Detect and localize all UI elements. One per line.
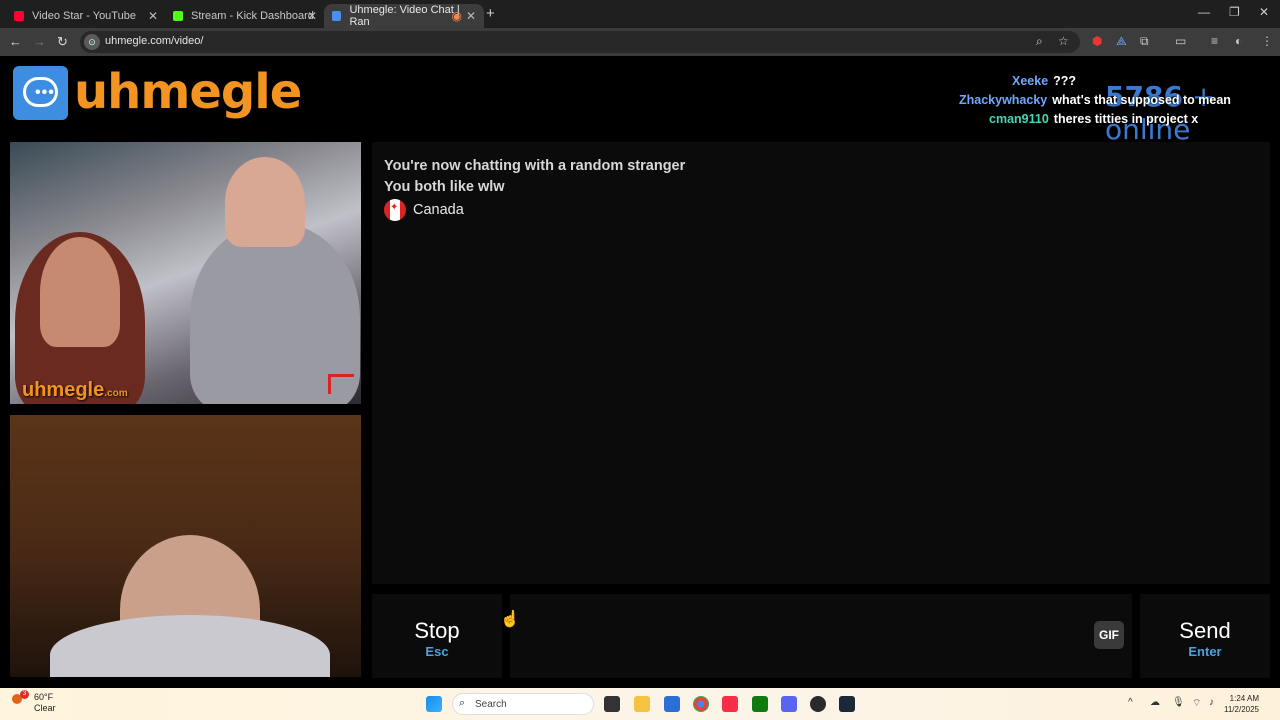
uhmegle-favicon-icon [332, 11, 342, 21]
stranger-country: Canada [384, 199, 464, 221]
file-explorer-icon[interactable] [634, 696, 650, 712]
profile-avatar-icon[interactable]: ◐ [1235, 34, 1242, 48]
tab-title: Stream - Kick Dashboard [191, 10, 314, 22]
url-text: uhmegle.com/video/ [105, 35, 204, 47]
overlay-chat-user: Xeeke [1012, 74, 1049, 88]
search-icon: ⌕ [459, 697, 466, 709]
logo-text[interactable]: uhmegle [74, 64, 302, 120]
chat-panel: You're now chatting with a random strang… [372, 142, 1270, 584]
video-figure [50, 615, 330, 677]
xbox-icon[interactable] [752, 696, 768, 712]
weather-widget[interactable]: 3 60°F Clear [12, 690, 56, 714]
clock-time: 1:24 AM [1229, 694, 1259, 703]
chat-bubble-icon: ••• [23, 77, 58, 107]
system-message: You both like wlw [384, 179, 505, 195]
message-input[interactable]: GIF [510, 594, 1132, 678]
task-view-icon[interactable] [604, 696, 620, 712]
extensions-puzzle-icon[interactable]: ⧉ [1140, 34, 1149, 49]
site-info-icon[interactable]: ⊙ [84, 34, 100, 50]
taskbar: 3 60°F Clear ⌕ Search ^ ☁ 🎙︎ ⌔ ♪ 1:24 AM… [0, 688, 1280, 720]
country-name: Canada [413, 202, 464, 218]
tab-kick[interactable]: Stream - Kick Dashboard ✕ [165, 4, 325, 28]
tab-uhmegle[interactable]: Uhmegle: Video Chat | Ran ◉ ✕ [324, 4, 484, 28]
zoom-icon[interactable]: ⌕ [1036, 34, 1043, 49]
recording-icon: ◉ [451, 9, 462, 23]
browser-tab-bar: Video Star - YouTube ✕ Stream - Kick Das… [0, 0, 1280, 28]
overlay-chat-line: Xeeke??? [1012, 74, 1076, 88]
apple-music-icon[interactable] [722, 696, 738, 712]
overlay-chat-line: Zhackywhacky what's that supposed to mean [959, 93, 1231, 107]
wifi-icon[interactable]: ⌔ [1192, 697, 1201, 710]
microphone-icon[interactable]: 🎙︎ [1172, 697, 1185, 708]
tab-title: Video Star - YouTube [32, 10, 136, 22]
stop-shortcut: Esc [425, 644, 449, 659]
weather-condition: Clear [34, 703, 56, 713]
chrome-icon[interactable] [693, 696, 709, 712]
close-tab-icon[interactable]: ✕ [466, 9, 476, 23]
overlay-chat-text: theres titties in project x [1053, 112, 1199, 126]
taskbar-clock[interactable]: 1:24 AM 11/2/2025 [1224, 693, 1259, 715]
minimize-icon[interactable]: — [1198, 5, 1210, 19]
media-icon[interactable]: ≡ [1211, 34, 1218, 48]
video-figure [225, 157, 305, 247]
address-bar[interactable]: ⊙ uhmegle.com/video/ [80, 31, 1080, 53]
taskbar-search[interactable]: ⌕ Search [452, 693, 594, 715]
steam-icon[interactable] [839, 696, 855, 712]
close-window-icon[interactable]: ✕ [1259, 5, 1269, 19]
new-tab-icon[interactable]: + [486, 5, 495, 22]
store-icon[interactable] [664, 696, 680, 712]
browser-toolbar: ← → ↻ ⊙ uhmegle.com/video/ ⌕ ☆ ⬢ ⟁ ⧉ ▭ ≡… [0, 28, 1280, 56]
menu-icon[interactable]: ⋮ [1261, 34, 1273, 48]
tab-youtube[interactable]: Video Star - YouTube ✕ [6, 4, 166, 28]
notification-badge: 3 [20, 690, 29, 699]
logo-icon[interactable]: ••• [13, 66, 68, 120]
maximize-icon[interactable]: ❐ [1229, 5, 1240, 19]
extension-icon[interactable]: ⬢ [1092, 34, 1102, 48]
overlay-chat-line: cman9110 theres titties in project x [989, 112, 1198, 126]
stranger-video: uhmegle.com [10, 142, 361, 404]
kick-favicon-icon [173, 11, 183, 21]
youtube-favicon-icon [14, 11, 24, 21]
close-tab-icon[interactable]: ✕ [307, 9, 317, 23]
video-figure [40, 237, 120, 347]
obs-icon[interactable] [810, 696, 826, 712]
canada-flag-icon [384, 199, 406, 221]
clock-date: 11/2/2025 [1224, 705, 1259, 714]
uhmegle-watermark: uhmegle.com [22, 379, 128, 401]
bookmark-star-icon[interactable]: ☆ [1058, 34, 1069, 48]
page: ••• uhmegle 5786 + online Xeeke??? Zhack… [0, 56, 1280, 688]
stop-label: Stop [414, 618, 460, 643]
weather-temp: 60°F [34, 692, 54, 702]
send-shortcut: Enter [1188, 644, 1222, 659]
report-flag-icon[interactable] [328, 374, 354, 394]
extension-icon[interactable]: ⟁ [1116, 34, 1127, 49]
system-message: You're now chatting with a random strang… [384, 158, 686, 174]
overlay-chat-text: what's that supposed to mean [1052, 93, 1231, 107]
discord-icon[interactable] [781, 696, 797, 712]
cloud-icon[interactable]: ☁ [1150, 697, 1160, 708]
cast-icon[interactable]: ▭ [1175, 34, 1186, 48]
mouse-cursor-icon: ☝ [500, 611, 520, 628]
tray-overflow-icon[interactable]: ^ [1128, 697, 1133, 708]
windows-start-icon[interactable] [426, 696, 442, 712]
overlay-chat-text: ??? [1053, 74, 1077, 88]
overlay-chat-user: cman9110 [989, 112, 1049, 126]
send-button[interactable]: Send Enter [1140, 594, 1270, 678]
search-placeholder: Search [475, 699, 507, 710]
reload-icon[interactable]: ↻ [57, 34, 68, 50]
gif-button[interactable]: GIF [1094, 621, 1124, 649]
forward-icon[interactable]: → [33, 34, 46, 49]
overlay-chat-user: Zhackywhacky [959, 93, 1048, 107]
back-icon[interactable]: ← [9, 34, 22, 49]
volume-icon[interactable]: ♪ [1209, 697, 1214, 708]
self-video [10, 415, 361, 677]
send-label: Send [1179, 618, 1231, 643]
close-tab-icon[interactable]: ✕ [148, 9, 158, 23]
stop-button[interactable]: Stop Esc [372, 594, 502, 678]
